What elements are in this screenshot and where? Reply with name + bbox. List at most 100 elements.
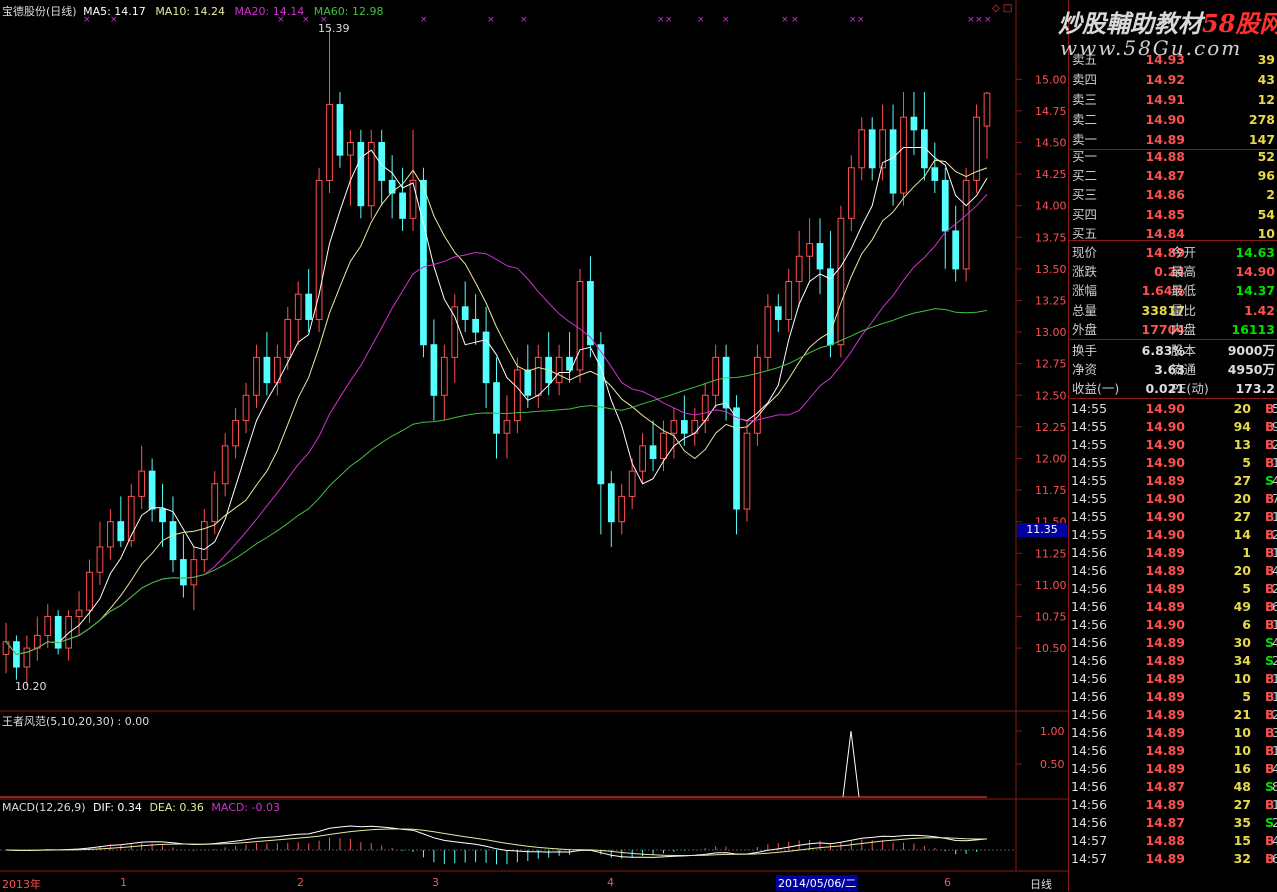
quote-row: 外盘 17704 内盘 16113 [1069,320,1277,339]
quote-label-1: 涨幅 [1072,283,1098,299]
candles-group [2,30,991,686]
tick-price: 14.90 [1145,527,1185,542]
quote-row: 涨幅 1.64% 最低 14.37 [1069,281,1277,300]
tick-count: 2 [1272,653,1277,668]
quote-separator [1069,339,1277,340]
ask-label: 卖二 [1072,112,1098,127]
price-axis-label: 15.00 [1035,73,1067,86]
tick-row: 14:56 14.89 10 B 1 [1069,670,1277,688]
price-axis-label: 12.50 [1035,389,1067,402]
candle-body [357,141,365,207]
stats-row: 换手 6.83% 股本 9000万 [1069,341,1277,360]
corner-marker[interactable]: ◇ □ [992,3,1012,14]
tick-time: 14:56 [1071,743,1108,758]
tick-row: 14:56 14.89 34 S 2 [1069,652,1277,670]
candle-body [837,217,845,346]
candle-body [472,318,479,333]
quote-row: 总量 33817 量比 1.42 [1069,301,1277,320]
ask-label: 卖三 [1072,92,1098,107]
ma10-legend: MA10: 14.24 [155,5,226,18]
signal-marker: × [487,15,495,25]
stock-title: 宝德股份(日线) [2,5,77,18]
candle-body [660,432,667,459]
price-axis-label: 13.25 [1035,294,1067,307]
stats-label-1: 换手 [1072,343,1098,358]
price-axis-label: 11.25 [1035,547,1067,560]
tick-price: 14.90 [1145,491,1185,506]
tick-time: 14:56 [1071,581,1108,596]
stats-label-2: PE(动) [1171,381,1209,396]
candle-body [190,559,198,586]
candle-body [868,129,876,169]
price-cursor-tag: 11.35 [1017,523,1067,537]
tick-time: 14:55 [1071,527,1108,542]
candle-body [910,116,918,131]
tick-count: 5 [1272,401,1277,416]
price-axis-label: 14.00 [1035,200,1067,213]
candle-body [962,179,970,270]
ma20-legend: MA20: 14.14 [234,5,305,18]
candle-body [712,356,720,396]
tick-time: 14:55 [1071,455,1108,470]
candle-body [294,293,302,320]
price-axis-label: 12.25 [1035,421,1067,434]
signal-marker: × [520,15,528,25]
bid-price: 14.85 [1145,206,1185,222]
bid-row: 买四 14.85 54 [1069,205,1277,224]
quote-label-1: 外盘 [1072,321,1098,337]
kline-chart[interactable]: × × × × × × × × × × × × × × × × × × × 15.0014.7514.5014.25… [0,0,1068,891]
candle-body [180,559,187,586]
candle-body [785,281,793,320]
ask-price: 14.92 [1145,72,1185,87]
candle-body [503,420,511,434]
candle-body [326,104,333,181]
quote-label-1: 现价 [1072,245,1098,260]
tick-volume: 20 [1233,491,1251,506]
quote-row: 现价 14.89 今开 14.63 [1069,243,1277,262]
candle-body [754,356,761,434]
price-axis-label: 12.00 [1035,452,1067,465]
candle-body [232,420,239,447]
time-label-1: 1 [120,876,127,889]
watermark-line2: www.58Gu.com [1060,36,1243,60]
tick-time: 14:57 [1071,833,1108,848]
tick-row: 14:56 14.89 20 B 4 [1069,562,1277,580]
tick-time: 14:56 [1071,563,1108,578]
tick-row: 14:55 14.90 20 B 7 [1069,490,1277,508]
selected-date-tag: 2014/05/06/二 [776,875,859,891]
tick-volume: 20 [1233,563,1251,578]
kline-chart-area[interactable]: × × × × × × × × × × × × × × × × × × × 15.00 14.75 14.50 14.25… [0,0,1068,891]
bid-row: 买二 14.87 96 [1069,166,1277,185]
period-label[interactable]: 日线 [1030,876,1052,892]
price-axis-label: 11.00 [1035,579,1067,592]
tick-volume: 20 [1233,401,1251,416]
candle-body [649,445,657,459]
candle-body [941,179,949,232]
stats-label-1: 收益(一) [1072,381,1120,396]
time-label-2: 2 [297,876,304,889]
tick-price: 14.89 [1145,689,1185,704]
bid-price: 14.88 [1145,149,1185,164]
tick-volume: 13 [1233,437,1251,452]
candle-body [169,521,177,561]
tick-price: 14.89 [1145,743,1185,758]
tick-time: 14:55 [1071,419,1108,434]
tick-count: 1 [1272,743,1277,758]
tick-row: 14:56 14.87 35 S 2 [1069,814,1277,832]
signal-marker: × [420,15,428,25]
tick-count: 1 [1272,509,1277,524]
candle-body [159,508,166,523]
tick-row: 14:56 14.89 10 B 1 [1069,742,1277,760]
candle-body [555,356,563,384]
bid-label: 买一 [1072,149,1098,164]
tick-price: 14.89 [1145,473,1185,488]
quote-value-2: 14.63 [1235,245,1275,260]
quote-value-2: 16113 [1231,321,1276,337]
candle-body [493,382,500,434]
tick-row: 14:56 14.89 5 B 2 [1069,580,1277,598]
price-axis-label: 10.75 [1035,610,1067,623]
tick-time: 14:56 [1071,779,1108,794]
tick-count: 1 [1272,797,1277,812]
candle-body [117,521,125,542]
candle-body [23,647,31,668]
